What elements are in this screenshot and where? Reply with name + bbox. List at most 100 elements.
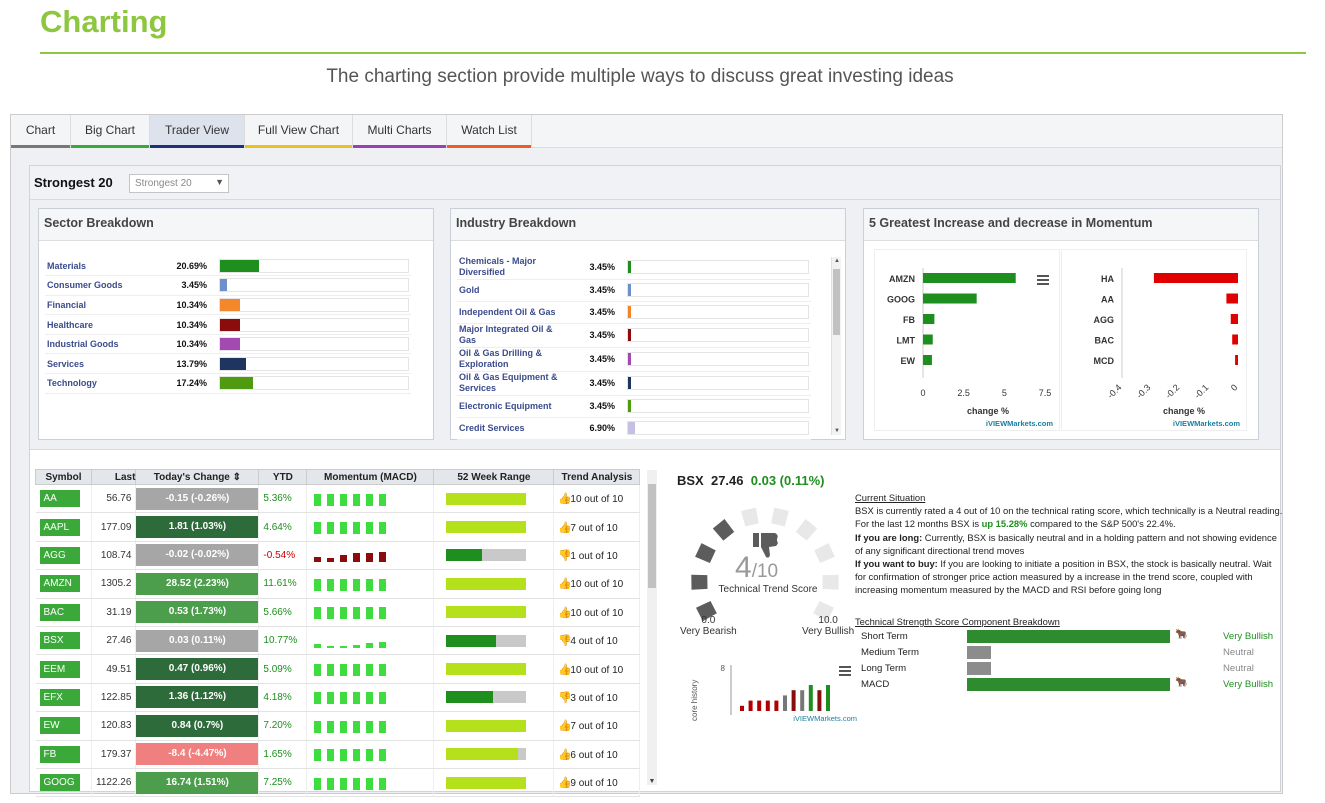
symbol-chip[interactable]: AGG [39, 546, 80, 564]
sector-name[interactable]: Materials [45, 256, 161, 277]
tab-big-chart[interactable]: Big Chart [71, 115, 150, 148]
history-bar [808, 685, 813, 711]
industry-row[interactable]: Oil & Gas Equipment & Services 3.45% [457, 371, 811, 396]
column-header[interactable]: Symbol [35, 469, 92, 485]
industry-name[interactable]: Oil & Gas Equipment & Services [457, 371, 569, 396]
table-row[interactable]: BSX 27.46 0.03 (0.11%) 10.77% 👎4 out of 10 [35, 626, 641, 656]
column-header[interactable]: Last [90, 469, 137, 485]
industry-name[interactable]: Credit Services [457, 417, 569, 440]
strength-heading: Technical Strength Score Component Break… [855, 616, 1060, 627]
sort-icon[interactable]: ⇕ [230, 472, 241, 483]
momentum-bar [340, 720, 348, 733]
strongest-select[interactable]: Strongest 20 ▼ [129, 174, 229, 193]
range-cell [433, 569, 555, 599]
column-header-label: YTD [272, 471, 293, 483]
industry-name[interactable]: Major Integrated Oil & Gas [457, 323, 569, 348]
symbol-chip[interactable]: EFX [39, 688, 80, 706]
change-value: 0.53 (1.73%) [136, 601, 259, 624]
symbol-chip[interactable]: AA [39, 490, 80, 508]
industry-name[interactable]: Chemicals - Major Diversified [457, 255, 569, 280]
tab-multi-charts[interactable]: Multi Charts [353, 115, 447, 148]
scrollbar-thumb[interactable] [648, 484, 656, 588]
symbol-chip[interactable]: AAPL [39, 518, 80, 536]
symbol-chip[interactable]: EW [39, 717, 80, 735]
tab-trader-view[interactable]: Trader View [150, 115, 245, 148]
column-header[interactable]: 52 Week Range [433, 469, 555, 485]
symbol-chip[interactable]: AMZN [39, 575, 80, 593]
trader-app: Chart Big Chart Trader View Full View Chart… [10, 114, 1283, 798]
table-row[interactable]: FB 179.37 -8.4 (-4.47%) 1.65% 👍6 out of 10 [35, 740, 641, 769]
industry-row[interactable]: Oil & Gas Drilling & Exploration 3.45% [457, 347, 811, 372]
sector-row[interactable]: Consumer Goods 3.45% [45, 275, 411, 296]
ytd-value: 7.25% [258, 768, 308, 798]
thumbs-down-icon: 👎 [558, 635, 573, 648]
momentum-bar [314, 692, 322, 705]
industry-row[interactable]: Major Integrated Oil & Gas 3.45% [457, 323, 811, 348]
table-row[interactable]: BAC 31.19 0.53 (1.73%) 5.66% 👍10 out of 10 [35, 598, 641, 627]
sector-row[interactable]: Services 13.79% [45, 353, 411, 375]
sector-row[interactable]: Technology 17.24% [45, 373, 411, 394]
table-row[interactable]: GOOG 1122.26 16.74 (1.51%) 7.25% 👍9 out of 1… [35, 768, 641, 798]
sector-row[interactable]: Healthcare 10.34% [45, 314, 411, 335]
industry-bar [628, 260, 632, 273]
table-row[interactable]: EFX 122.85 1.36 (1.12%) 4.18% 👎3 out of 10 [35, 683, 641, 713]
momentum-bar [353, 692, 361, 705]
sector-name[interactable]: Financial [45, 295, 161, 316]
history-credit: iVIEWMarkets.com [793, 714, 857, 721]
tab-full-view-chart[interactable]: Full View Chart [245, 115, 353, 148]
tab-watch-list[interactable]: Watch List [447, 115, 532, 148]
scroll-up-icon[interactable]: ▲ [832, 258, 842, 264]
sector-name[interactable]: Consumer Goods [45, 275, 161, 296]
symbol-chip[interactable]: BSX [39, 632, 80, 650]
symbol-chip[interactable]: GOOG [39, 774, 80, 792]
menu-icon[interactable] [1037, 275, 1049, 285]
tab-chart[interactable]: Chart [11, 115, 71, 148]
table-scrollbar[interactable]: ▼ [647, 470, 657, 785]
sector-name[interactable]: Services [45, 353, 161, 375]
table-row[interactable]: EEM 49.51 0.47 (0.96%) 5.09% 👍10 out of 10 [35, 654, 641, 684]
industry-row[interactable]: Chemicals - Major Diversified 3.45% [457, 255, 811, 280]
industry-row[interactable]: Independent Oil & Gas 3.45% [457, 301, 811, 324]
industry-row[interactable]: Credit Services 6.90% [457, 417, 811, 440]
industry-pct: 3.45% [569, 279, 625, 302]
scrollbar-thumb[interactable] [833, 269, 840, 335]
column-header[interactable]: Trend Analysis [553, 469, 641, 485]
column-header[interactable]: YTD [258, 469, 308, 485]
menu-icon[interactable] [839, 666, 851, 676]
table-row[interactable]: AGG 108.74 -0.02 (-0.02%) -0.54% 👎1 out of 1… [35, 541, 641, 571]
sector-row[interactable]: Industrial Goods 10.34% [45, 334, 411, 355]
symbol-chip[interactable]: FB [39, 745, 80, 763]
range-cell [433, 711, 555, 741]
scroll-down-icon[interactable]: ▼ [832, 428, 842, 434]
range-track [446, 663, 527, 676]
table-row[interactable]: AAPL 177.09 1.81 (1.03%) 4.64% 👍7 out of 10 [35, 512, 641, 542]
symbol-chip[interactable]: BAC [39, 603, 80, 621]
sector-name[interactable]: Industrial Goods [45, 334, 161, 355]
symbol-chip[interactable]: EEM [39, 660, 80, 678]
sector-bar-cell [217, 275, 411, 296]
industry-row[interactable]: Electronic Equipment 3.45% [457, 395, 811, 418]
sector-row[interactable]: Materials 20.69% [45, 256, 411, 277]
gauge-segment [822, 574, 839, 590]
thumbs-down-icon: 👎 [558, 691, 573, 704]
industry-name[interactable]: Oil & Gas Drilling & Exploration [457, 347, 569, 372]
momentum-bar [379, 749, 387, 762]
industry-scrollbar[interactable]: ▲ ▼ [831, 257, 841, 435]
column-header[interactable]: Today's Change ⇕ [135, 469, 260, 485]
industry-row[interactable]: Gold 3.45% [457, 279, 811, 302]
component-rating: Neutral [1223, 647, 1254, 658]
momentum-sparkbars [311, 605, 429, 620]
industry-name[interactable]: Independent Oil & Gas [457, 301, 569, 324]
scroll-down-icon[interactable]: ▼ [647, 778, 657, 785]
range-fill [446, 634, 496, 647]
industry-name[interactable]: Gold [457, 279, 569, 302]
trend-cell: 👍6 out of 10 [553, 740, 641, 769]
table-row[interactable]: EW 120.83 0.84 (0.7%) 7.20% 👍7 out of 10 [35, 711, 641, 741]
sector-row[interactable]: Financial 10.34% [45, 295, 411, 316]
table-row[interactable]: AA 56.76 -0.15 (-0.26%) 5.36% 👍10 out of 10 [35, 484, 641, 514]
sector-name[interactable]: Technology [45, 373, 161, 394]
column-header[interactable]: Momentum (MACD) [306, 469, 435, 485]
table-row[interactable]: AMZN 1305.2 28.52 (2.23%) 11.61% 👍10 out of … [35, 569, 641, 599]
sector-name[interactable]: Healthcare [45, 314, 161, 335]
industry-name[interactable]: Electronic Equipment [457, 395, 569, 418]
